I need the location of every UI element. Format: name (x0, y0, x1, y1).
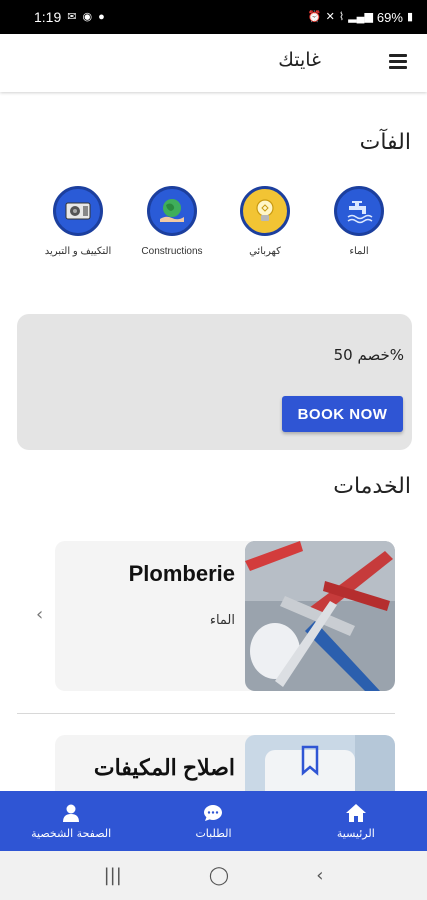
category-item-ac[interactable]: التكييف و التبريد (33, 186, 123, 257)
promo-banner: خصم 50% BOOK NOW (17, 314, 412, 450)
bottom-nav: الصفحة الشخصية الطلبات الرئيسية (0, 791, 427, 851)
back-icon[interactable]: ‹ (316, 865, 323, 886)
services-title: الخدمات (333, 474, 411, 499)
status-bar: 1:19 ✉ ◉ ● ⏰ ✕ ⌇ ▂▄▆ 69% ▮ (0, 0, 427, 34)
category-label: كهربائي (249, 246, 281, 257)
system-nav-bar: ||| ◯ ‹ (0, 851, 427, 900)
category-label: التكييف و التبريد (44, 246, 112, 257)
account-icon: ● (98, 10, 105, 23)
chat-icon (204, 804, 223, 821)
nav-item-orders[interactable]: الطلبات (142, 791, 284, 851)
category-label: Constructions (141, 246, 203, 257)
promo-text: خصم 50% (333, 346, 404, 364)
gmail-icon: ✉ (67, 10, 77, 23)
category-item-electric[interactable]: كهربائي (220, 186, 310, 257)
person-icon (63, 804, 80, 822)
category-item-water[interactable]: الماء (314, 186, 404, 257)
categories-title: الفآت (359, 130, 411, 155)
book-now-button[interactable]: BOOK NOW (282, 396, 403, 432)
app-bar: غايتك (0, 34, 427, 92)
nav-item-profile[interactable]: الصفحة الشخصية (0, 791, 142, 851)
home-icon (345, 803, 366, 822)
menu-icon[interactable] (389, 54, 409, 70)
home-button-icon[interactable]: ◯ (209, 865, 229, 886)
signal-icon: ▂▄▆ (348, 10, 373, 23)
service-title: Plomberie (128, 561, 235, 586)
app-title: غايتك (278, 49, 321, 71)
service-subtitle: الماء (209, 613, 235, 628)
nav-label: الصفحة الشخصية (31, 826, 112, 840)
battery-percent: 69% (376, 9, 403, 25)
nav-item-home[interactable]: الرئيسية (285, 791, 427, 851)
service-card-plomberie[interactable]: Plomberie الماء (55, 541, 395, 691)
air-conditioner-icon (53, 186, 103, 236)
status-time: 1:19 (34, 9, 62, 25)
battery-icon: ▮ (406, 10, 413, 23)
category-label: الماء (349, 246, 369, 257)
alarm-icon: ⏰ (307, 10, 322, 23)
faucet-icon (334, 186, 384, 236)
nav-label: الرئيسية (336, 826, 375, 840)
whatsapp-icon: ◉ (82, 10, 93, 23)
mute-icon: ✕ (325, 10, 335, 23)
wifi-icon: ⌇ (338, 10, 345, 23)
recent-apps-icon[interactable]: ||| (104, 865, 122, 886)
globe-hand-icon (147, 186, 197, 236)
category-item-constructions[interactable]: Constructions (127, 186, 217, 257)
service-title: اصلاح المكيفات (93, 755, 235, 780)
service-image-tools (245, 541, 395, 691)
nav-label: الطلبات (195, 826, 232, 840)
chevron-left-icon[interactable]: ‹ (36, 604, 43, 625)
divider (17, 713, 395, 714)
lightbulb-icon (240, 186, 290, 236)
